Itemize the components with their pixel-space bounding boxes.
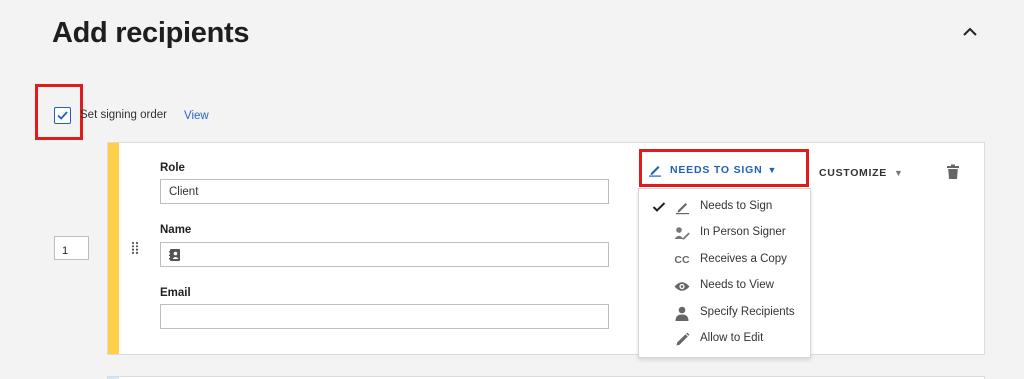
role-field[interactable]: Client <box>160 179 609 204</box>
customize-label: CUSTOMIZE <box>819 167 887 179</box>
role-value: Client <box>169 186 199 198</box>
signing-order-checkbox[interactable] <box>54 107 71 124</box>
name-field[interactable] <box>160 242 609 267</box>
recipient-action-menu: Needs to Sign In Person Signer CC Receiv… <box>638 188 811 358</box>
needs-to-sign-label: NEEDS TO SIGN <box>670 164 763 176</box>
pen-icon <box>673 199 691 215</box>
eye-icon <box>673 278 691 294</box>
name-label: Name <box>160 224 192 236</box>
order-number-input[interactable] <box>54 236 89 260</box>
email-field[interactable] <box>160 304 609 329</box>
menu-item-label: Allow to Edit <box>700 332 764 344</box>
pen-icon <box>649 166 661 177</box>
menu-item-receives-a-copy[interactable]: CC Receives a Copy <box>639 247 810 273</box>
menu-item-specify-recipients[interactable]: Specify Recipients <box>639 300 810 326</box>
drag-handle-icon[interactable] <box>131 241 139 260</box>
menu-item-label: Needs to Sign <box>700 200 773 212</box>
menu-item-allow-to-edit[interactable]: Allow to Edit <box>639 326 810 352</box>
menu-item-label: Needs to View <box>700 279 774 291</box>
contacts-icon[interactable] <box>168 248 182 265</box>
role-label: Role <box>160 162 185 174</box>
signing-order-label: Set signing order <box>80 109 167 121</box>
menu-item-label: In Person Signer <box>700 226 786 238</box>
pencil-icon <box>673 331 691 347</box>
caret-down-icon: ▼ <box>893 168 904 178</box>
menu-item-label: Specify Recipients <box>700 306 795 318</box>
menu-item-in-person-signer[interactable]: In Person Signer <box>639 220 810 246</box>
caret-down-icon: ▼ <box>767 165 777 175</box>
in-person-signer-icon <box>673 225 691 241</box>
checkmark-icon <box>57 111 68 120</box>
menu-item-needs-to-view[interactable]: Needs to View <box>639 273 810 299</box>
menu-item-needs-to-sign[interactable]: Needs to Sign <box>639 194 810 220</box>
person-icon <box>673 305 691 321</box>
cc-icon: CC <box>674 254 690 266</box>
collapse-chevron-up-icon[interactable] <box>958 22 982 42</box>
needs-to-sign-dropdown[interactable]: NEEDS TO SIGN ▼ <box>648 163 776 177</box>
email-label: Email <box>160 287 191 299</box>
customize-dropdown[interactable]: CUSTOMIZE ▼ <box>819 167 904 179</box>
page-title: Add recipients <box>52 17 250 49</box>
check-icon <box>652 200 666 218</box>
recipient-color-bar <box>108 143 119 354</box>
menu-item-label: Receives a Copy <box>700 253 787 265</box>
view-link[interactable]: View <box>184 110 209 122</box>
trash-icon[interactable] <box>946 164 960 185</box>
